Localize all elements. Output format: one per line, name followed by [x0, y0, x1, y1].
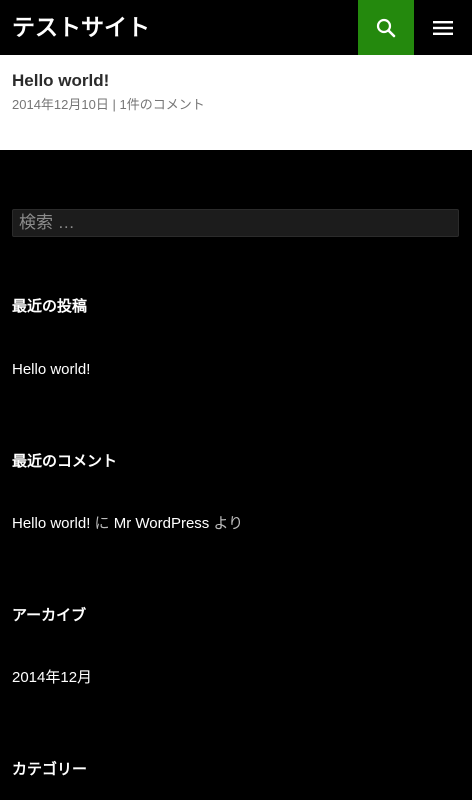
post-title[interactable]: Hello world!: [12, 69, 109, 93]
search-toggle-button[interactable]: [358, 0, 414, 55]
search-icon: [376, 18, 396, 37]
archives-title: アーカイブ: [12, 607, 87, 624]
menu-toggle-button[interactable]: [414, 0, 472, 55]
comment-on-text: に: [94, 515, 110, 532]
recent-comments-title: 最近のコメント: [12, 453, 118, 470]
recent-post-link[interactable]: Hello world!: [12, 359, 90, 381]
comment-by-text: より: [213, 515, 244, 532]
categories-title: カテゴリー: [12, 761, 88, 778]
meta-separator: |: [112, 97, 116, 112]
recent-posts-title: 最近の投稿: [12, 298, 88, 315]
archive-link[interactable]: 2014年12月: [12, 667, 92, 689]
post-comments-link[interactable]: 1件のコメント: [119, 97, 204, 112]
comment-post-link[interactable]: Hello world!: [12, 515, 90, 532]
comment-author-link[interactable]: Mr WordPress: [114, 515, 210, 532]
menu-icon: [433, 20, 453, 35]
post-meta: 2014年12月10日 | 1件のコメント: [12, 95, 205, 115]
recent-comment-item: Hello world! に Mr WordPress より: [12, 513, 243, 535]
post-date[interactable]: 2014年12月10日: [12, 97, 109, 112]
search-input[interactable]: [12, 209, 459, 237]
site-header: テストサイト: [0, 0, 472, 55]
post-card: Hello world! 2014年12月10日 | 1件のコメント: [0, 55, 472, 150]
site-title[interactable]: テストサイト: [12, 11, 150, 43]
